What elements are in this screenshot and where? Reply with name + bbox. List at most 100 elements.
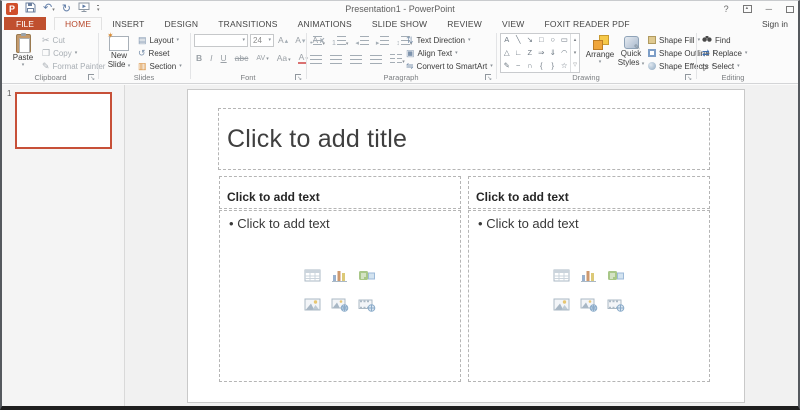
decrease-indent-icon[interactable]: ◂	[355, 36, 369, 47]
shape-gallery-item-icon[interactable]: }	[551, 62, 554, 70]
grow-font-button[interactable]: A▴	[276, 35, 291, 45]
minimize-icon[interactable]: ─	[766, 4, 772, 14]
align-left-icon[interactable]	[310, 55, 322, 64]
align-center-icon[interactable]	[330, 55, 342, 64]
tab-home[interactable]: HOME	[54, 17, 102, 30]
font-dialog-launcher-icon[interactable]	[294, 73, 302, 81]
bold-button[interactable]: B	[194, 53, 204, 63]
shape-gallery-item-icon[interactable]: {	[540, 62, 543, 70]
shape-gallery-item-icon[interactable]: □	[539, 36, 544, 44]
tab-design[interactable]: DESIGN	[154, 17, 208, 30]
layout-button[interactable]: ▤ Layout ▾	[138, 34, 179, 46]
shape-gallery-item-icon[interactable]: ∟	[515, 49, 522, 57]
replace-button[interactable]: ⇄ Replace ▾	[702, 47, 747, 59]
shapes-scroll-up-icon[interactable]: ▴	[571, 34, 579, 47]
strikethrough-button[interactable]: abc	[233, 53, 251, 63]
insert-pictures-icon[interactable]	[304, 297, 322, 317]
insert-pictures-icon[interactable]	[553, 297, 571, 317]
insert-table-icon[interactable]	[304, 268, 322, 288]
tab-review[interactable]: REVIEW	[437, 17, 492, 30]
tab-file[interactable]: FILE	[4, 17, 46, 30]
shape-gallery-item-icon[interactable]: ╲	[516, 36, 521, 44]
redo-icon[interactable]: ↻	[62, 4, 71, 14]
sign-in-link[interactable]: Sign in	[762, 17, 788, 30]
insert-smartart-icon[interactable]	[607, 268, 625, 288]
copy-button[interactable]: ❐ Copy ▾	[42, 47, 77, 59]
tab-transitions[interactable]: TRANSITIONS	[208, 17, 287, 30]
insert-smartart-icon[interactable]	[358, 268, 376, 288]
shape-gallery-item-icon[interactable]: ∩	[527, 62, 532, 70]
slide-canvas[interactable]: Click to add title Click to add text • C…	[187, 89, 745, 403]
right-text-placeholder[interactable]: Click to add text	[468, 176, 710, 209]
tab-foxit-reader-pdf[interactable]: FOXIT READER PDF	[535, 17, 640, 30]
help-icon[interactable]: ?	[724, 4, 729, 14]
quick-styles-button[interactable]: Quick Styles ▾	[616, 32, 646, 76]
shape-gallery-item-icon[interactable]: A	[504, 36, 509, 44]
shape-gallery-item-icon[interactable]: ☆	[561, 62, 568, 70]
tab-slide-show[interactable]: SLIDE SHOW	[362, 17, 437, 30]
cut-button[interactable]: ✂ Cut	[42, 34, 65, 46]
online-pictures-icon[interactable]	[331, 297, 349, 317]
shape-gallery-item-icon[interactable]: ↘	[527, 36, 533, 44]
shapes-more-icon[interactable]: ▽	[571, 59, 579, 72]
insert-chart-icon[interactable]	[580, 268, 598, 288]
online-pictures-icon[interactable]	[580, 297, 598, 317]
shape-gallery-item-icon[interactable]: △	[504, 49, 510, 57]
ribbon-display-options-icon[interactable]: ▴	[743, 5, 752, 13]
right-content-placeholder[interactable]: • Click to add text	[468, 210, 710, 382]
paste-button[interactable]: Paste ▾	[6, 32, 40, 76]
bullets-icon[interactable]: •▾	[310, 36, 325, 47]
shape-gallery-item-icon[interactable]: ○	[550, 36, 555, 44]
shape-gallery-item-icon[interactable]: ▭	[561, 36, 568, 44]
paragraph-dialog-launcher-icon[interactable]	[484, 73, 492, 81]
section-button[interactable]: ▥ Section ▾	[138, 60, 182, 72]
font-name-combo[interactable]: ▾	[194, 34, 248, 47]
insert-video-icon[interactable]	[607, 297, 625, 317]
clipboard-dialog-launcher-icon[interactable]	[87, 73, 95, 81]
select-button[interactable]: ▷ Select ▾	[702, 60, 740, 72]
restore-icon[interactable]	[786, 6, 794, 13]
format-painter-button[interactable]: ✎ Format Painter	[42, 60, 105, 72]
shape-gallery-item-icon[interactable]: ⇓	[550, 49, 556, 57]
italic-button[interactable]: I	[208, 53, 214, 63]
start-from-beginning-icon[interactable]	[78, 0, 90, 18]
find-button[interactable]: Find	[702, 34, 731, 46]
align-right-icon[interactable]	[350, 55, 362, 64]
shape-fill-button[interactable]: Shape Fill ▾	[648, 34, 700, 46]
shape-gallery-item-icon[interactable]: ~	[516, 62, 520, 70]
tab-view[interactable]: VIEW	[492, 17, 535, 30]
tab-animations[interactable]: ANIMATIONS	[288, 17, 362, 30]
shape-gallery-item-icon[interactable]: ⇒	[538, 49, 544, 57]
arrange-button[interactable]: Arrange ▾	[584, 32, 616, 76]
shape-gallery-item-icon[interactable]: ✎	[504, 62, 510, 70]
justify-icon[interactable]	[370, 55, 382, 64]
customize-qat-icon[interactable]: ▾	[97, 5, 100, 13]
character-spacing-button[interactable]: AV▾	[254, 55, 270, 62]
insert-chart-icon[interactable]	[331, 268, 349, 288]
left-content-placeholder[interactable]: • Click to add text	[219, 210, 461, 382]
slide-1-thumbnail[interactable]	[15, 92, 112, 149]
shape-gallery-item-icon[interactable]: Z	[527, 49, 532, 57]
font-size-combo[interactable]: 24▾	[250, 34, 274, 47]
increase-indent-icon[interactable]: ▸	[376, 36, 390, 47]
drawing-dialog-launcher-icon[interactable]	[684, 73, 692, 81]
shapes-scroll-down-icon[interactable]: ▾	[571, 47, 579, 60]
new-slide-button[interactable]: New Slide ▾	[102, 32, 136, 76]
insert-video-icon[interactable]	[358, 297, 376, 317]
change-case-button[interactable]: Aa▾	[275, 53, 293, 63]
columns-icon[interactable]: ▾	[390, 54, 405, 65]
slide-thumbnail-pane[interactable]: 1	[2, 85, 125, 406]
shape-gallery-item-icon[interactable]: ◠	[561, 49, 568, 57]
underline-button[interactable]: U	[219, 53, 229, 63]
numbering-icon[interactable]: 1▾	[332, 36, 348, 47]
title-placeholder[interactable]: Click to add title	[218, 108, 710, 170]
align-text-button[interactable]: ▣ Align Text ▾	[406, 47, 458, 59]
save-icon[interactable]	[25, 0, 36, 18]
insert-table-icon[interactable]	[553, 268, 571, 288]
powerpoint-app-icon[interactable]: P	[6, 3, 18, 15]
left-text-placeholder[interactable]: Click to add text	[219, 176, 461, 209]
undo-icon[interactable]: ↶▾	[43, 3, 55, 15]
tab-insert[interactable]: INSERT	[102, 17, 154, 30]
reset-button[interactable]: ↺ Reset	[138, 47, 169, 59]
convert-to-smartart-button[interactable]: ⇋ Convert to SmartArt ▾	[406, 60, 493, 72]
